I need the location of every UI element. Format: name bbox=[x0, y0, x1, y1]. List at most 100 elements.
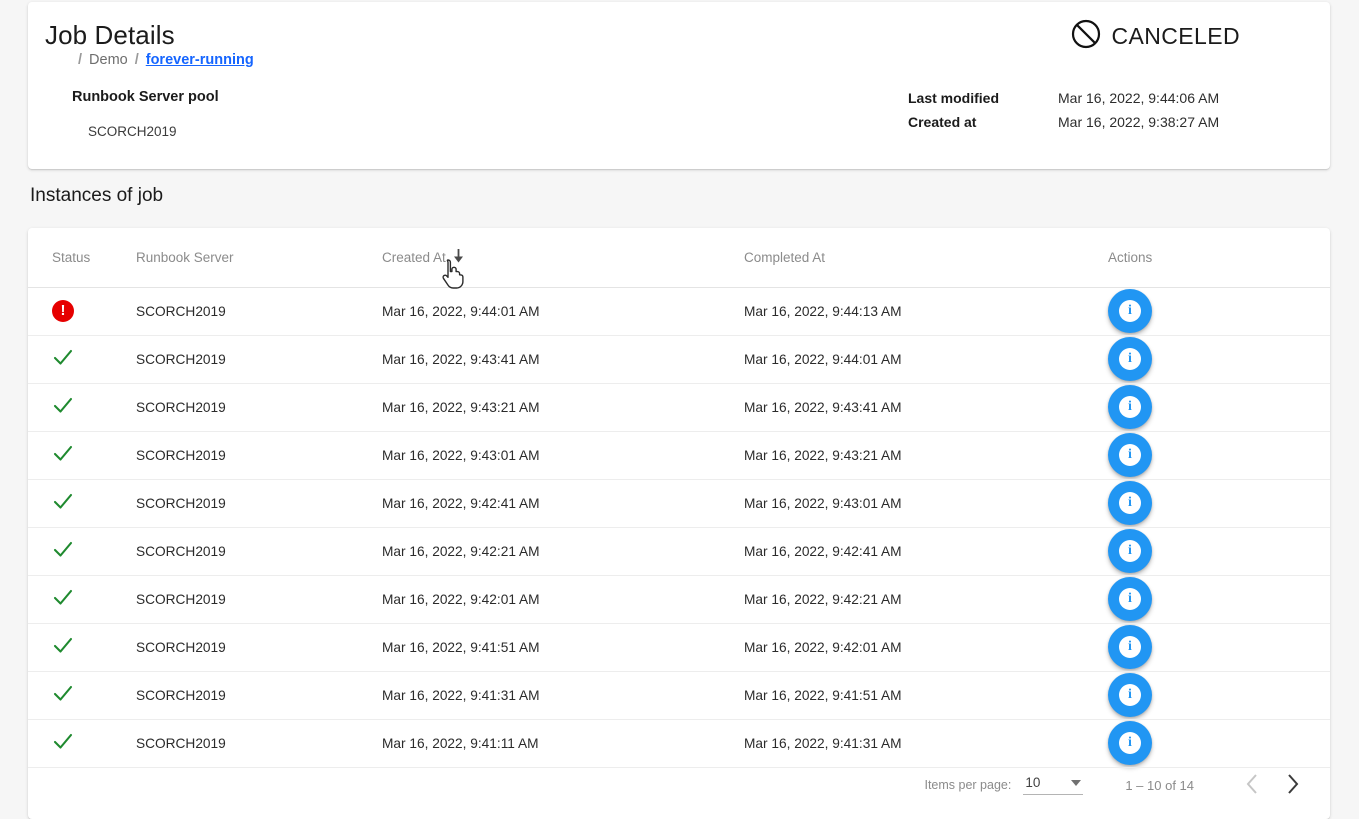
column-header-completed-at[interactable]: Completed At bbox=[744, 228, 1108, 287]
cell-status bbox=[28, 527, 136, 575]
row-info-button[interactable]: i bbox=[1108, 385, 1152, 429]
row-info-button[interactable]: i bbox=[1108, 673, 1152, 717]
chevron-left-icon bbox=[1245, 773, 1260, 798]
breadcrumb-item-job-link[interactable]: forever-running bbox=[146, 52, 254, 68]
status-cell bbox=[52, 384, 136, 431]
cell-status: ! bbox=[28, 287, 136, 335]
job-meta: Last modified Mar 16, 2022, 9:44:06 AM C… bbox=[908, 90, 1219, 130]
table-row[interactable]: SCORCH2019Mar 16, 2022, 9:41:11 AMMar 16… bbox=[28, 719, 1330, 767]
status-cell bbox=[52, 528, 136, 575]
breadcrumb-item-demo[interactable]: Demo bbox=[89, 52, 128, 68]
meta-key-created-at: Created at bbox=[908, 114, 1058, 130]
meta-value-created-at: Mar 16, 2022, 9:38:27 AM bbox=[1058, 114, 1219, 130]
cell-created-at: Mar 16, 2022, 9:41:31 AM bbox=[382, 671, 744, 719]
cell-actions: i bbox=[1108, 383, 1330, 431]
cell-created-at: Mar 16, 2022, 9:43:01 AM bbox=[382, 431, 744, 479]
cell-status bbox=[28, 479, 136, 527]
status-cell bbox=[52, 432, 136, 479]
cell-status bbox=[28, 431, 136, 479]
cell-runbook-server: SCORCH2019 bbox=[136, 623, 382, 671]
table-row[interactable]: SCORCH2019Mar 16, 2022, 9:41:31 AMMar 16… bbox=[28, 671, 1330, 719]
column-header-created-at[interactable]: Created At bbox=[382, 228, 744, 287]
info-icon: i bbox=[1119, 348, 1141, 370]
instances-table-card: Status Runbook Server Created At bbox=[28, 228, 1330, 819]
next-page-button[interactable] bbox=[1272, 765, 1312, 805]
previous-page-button[interactable] bbox=[1232, 765, 1272, 805]
status-cell bbox=[52, 480, 136, 527]
row-info-button[interactable]: i bbox=[1108, 577, 1152, 621]
info-icon: i bbox=[1119, 588, 1141, 610]
items-per-page-value: 10 bbox=[1025, 775, 1040, 790]
cell-actions: i bbox=[1108, 335, 1330, 383]
chevron-right-icon bbox=[1285, 773, 1300, 798]
row-info-button[interactable]: i bbox=[1108, 721, 1152, 765]
column-header-actions: Actions bbox=[1108, 228, 1330, 287]
arrow-down-icon bbox=[452, 248, 465, 266]
status-cell bbox=[52, 720, 136, 767]
instances-table: Status Runbook Server Created At bbox=[28, 228, 1330, 768]
error-circle-icon: ! bbox=[52, 300, 74, 322]
table-row[interactable]: SCORCH2019Mar 16, 2022, 9:43:21 AMMar 16… bbox=[28, 383, 1330, 431]
cell-runbook-server: SCORCH2019 bbox=[136, 527, 382, 575]
info-icon: i bbox=[1119, 396, 1141, 418]
cancel-circle-slash-icon bbox=[1069, 17, 1103, 56]
table-head: Status Runbook Server Created At bbox=[28, 228, 1330, 287]
sort-created-at[interactable]: Created At bbox=[382, 248, 465, 266]
table-row[interactable]: !SCORCH2019Mar 16, 2022, 9:44:01 AMMar 1… bbox=[28, 287, 1330, 335]
table-row[interactable]: SCORCH2019Mar 16, 2022, 9:43:01 AMMar 16… bbox=[28, 431, 1330, 479]
table-row[interactable]: SCORCH2019Mar 16, 2022, 9:42:01 AMMar 16… bbox=[28, 575, 1330, 623]
row-info-button[interactable]: i bbox=[1108, 481, 1152, 525]
row-info-button[interactable]: i bbox=[1108, 289, 1152, 333]
cell-runbook-server: SCORCH2019 bbox=[136, 335, 382, 383]
check-icon bbox=[52, 586, 74, 612]
cell-completed-at: Mar 16, 2022, 9:42:41 AM bbox=[744, 527, 1108, 575]
info-glyph: i bbox=[1128, 400, 1132, 414]
items-per-page-label: Items per page: bbox=[924, 778, 1011, 792]
status-badge-label: CANCELED bbox=[1112, 23, 1240, 50]
meta-key-last-modified: Last modified bbox=[908, 90, 1058, 106]
info-glyph: i bbox=[1128, 448, 1132, 462]
info-icon: i bbox=[1119, 444, 1141, 466]
pagination-range-label: 1 – 10 of 14 bbox=[1125, 778, 1194, 793]
row-info-button[interactable]: i bbox=[1108, 433, 1152, 477]
cell-runbook-server: SCORCH2019 bbox=[136, 287, 382, 335]
cell-runbook-server: SCORCH2019 bbox=[136, 719, 382, 767]
cell-completed-at: Mar 16, 2022, 9:43:01 AM bbox=[744, 479, 1108, 527]
column-header-runbook-server-label: Runbook Server bbox=[136, 250, 234, 265]
row-info-button[interactable]: i bbox=[1108, 337, 1152, 381]
cell-created-at: Mar 16, 2022, 9:44:01 AM bbox=[382, 287, 744, 335]
row-info-button[interactable]: i bbox=[1108, 529, 1152, 573]
row-info-button[interactable]: i bbox=[1108, 625, 1152, 669]
exclamation-glyph: ! bbox=[61, 303, 66, 318]
table-body: !SCORCH2019Mar 16, 2022, 9:44:01 AMMar 1… bbox=[28, 287, 1330, 767]
instances-section-title: Instances of job bbox=[30, 185, 163, 207]
column-header-runbook-server[interactable]: Runbook Server bbox=[136, 228, 382, 287]
status-cell bbox=[52, 336, 136, 383]
check-icon bbox=[52, 538, 74, 564]
cell-status bbox=[28, 383, 136, 431]
info-glyph: i bbox=[1128, 688, 1132, 702]
chevron-down-icon bbox=[1071, 780, 1081, 786]
cell-completed-at: Mar 16, 2022, 9:41:51 AM bbox=[744, 671, 1108, 719]
cell-actions: i bbox=[1108, 431, 1330, 479]
cell-completed-at: Mar 16, 2022, 9:44:01 AM bbox=[744, 335, 1108, 383]
info-glyph: i bbox=[1128, 304, 1132, 318]
table-row[interactable]: SCORCH2019Mar 16, 2022, 9:41:51 AMMar 16… bbox=[28, 623, 1330, 671]
runbook-server-pool-value: SCORCH2019 bbox=[88, 124, 177, 139]
check-icon bbox=[52, 682, 74, 708]
column-header-status-label: Status bbox=[52, 250, 90, 265]
column-header-completed-at-label: Completed At bbox=[744, 250, 825, 265]
table-row[interactable]: SCORCH2019Mar 16, 2022, 9:42:21 AMMar 16… bbox=[28, 527, 1330, 575]
check-icon bbox=[52, 394, 74, 420]
cell-completed-at: Mar 16, 2022, 9:43:21 AM bbox=[744, 431, 1108, 479]
breadcrumb-separator-1: / bbox=[78, 52, 82, 68]
info-glyph: i bbox=[1128, 736, 1132, 750]
table-row[interactable]: SCORCH2019Mar 16, 2022, 9:42:41 AMMar 16… bbox=[28, 479, 1330, 527]
table-row[interactable]: SCORCH2019Mar 16, 2022, 9:43:41 AMMar 16… bbox=[28, 335, 1330, 383]
column-header-created-at-label: Created At bbox=[382, 250, 446, 265]
items-per-page-select[interactable]: 10 bbox=[1023, 775, 1083, 795]
cell-actions: i bbox=[1108, 575, 1330, 623]
cell-completed-at: Mar 16, 2022, 9:42:21 AM bbox=[744, 575, 1108, 623]
cell-created-at: Mar 16, 2022, 9:42:41 AM bbox=[382, 479, 744, 527]
column-header-status[interactable]: Status bbox=[28, 228, 136, 287]
